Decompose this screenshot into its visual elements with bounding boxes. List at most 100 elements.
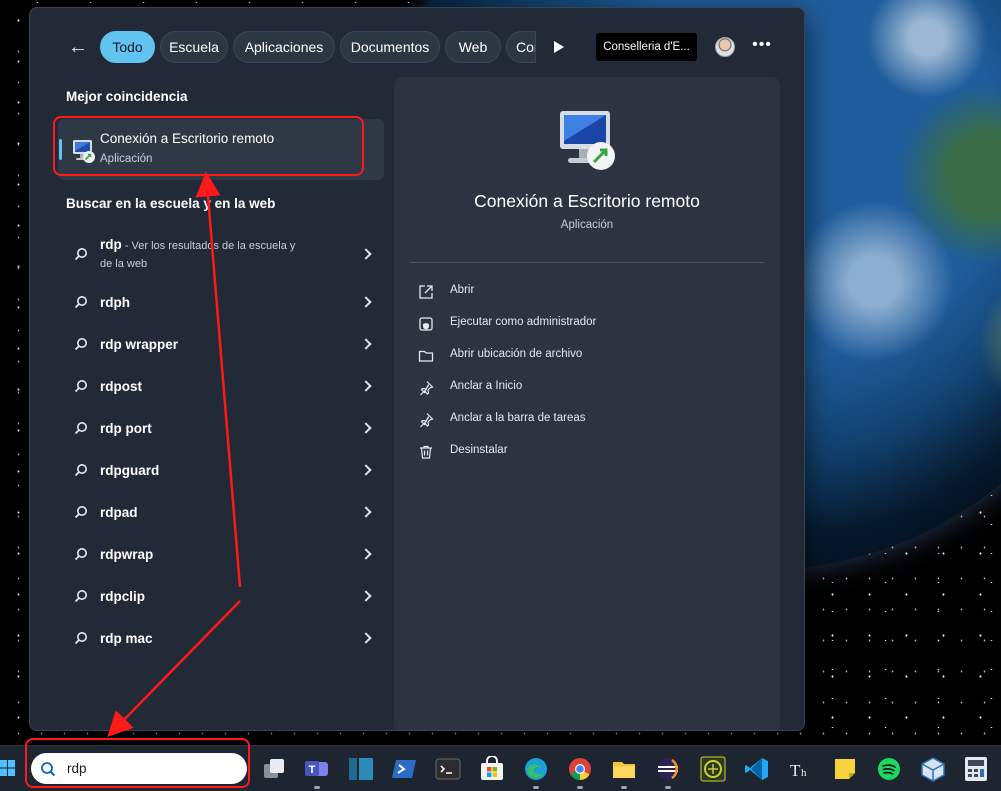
search-result-rdp[interactable]: rdp - Ver los resultados de la escuela y… [66,233,386,277]
trash-icon [420,445,432,459]
search-icon [74,296,87,309]
search-icon [41,762,56,777]
taskbar: rdp T Th [0,745,1001,791]
action-label: Ejecutar como administrador [450,316,597,328]
action-pin-to-start[interactable]: Anclar a Inicio [418,376,748,400]
search-icon [74,338,87,351]
action-label: Desinstalar [450,444,508,456]
filter-chip-web[interactable]: Web [445,31,501,63]
running-indicator [314,786,320,789]
filter-chip-escuela[interactable]: Escuela [160,31,228,63]
result-description: - Ver los resultados de la escuela y [121,240,296,252]
powershell-icon[interactable] [391,756,417,782]
result-term: rdp port [100,421,152,436]
sticky-notes-icon[interactable] [832,756,858,782]
app-preview-pane: Conexión a Escritorio remoto Aplicación … [394,77,780,730]
spotify-icon[interactable] [876,756,902,782]
search-result-rdpad[interactable]: rdpad [66,493,386,535]
microsoft-store-icon[interactable] [479,755,505,782]
result-term: rdpwrap [100,547,154,562]
result-term: rdpad [100,505,138,520]
terminal-icon[interactable] [435,756,461,782]
action-label: Abrir [450,284,475,296]
filter-chip-todo[interactable]: Todo [100,31,155,63]
best-match-item[interactable]: Conexión a Escritorio remoto Aplicación [58,119,384,180]
chevron-right-icon [360,632,372,644]
chevron-right-icon [360,464,372,476]
search-result-rdpost[interactable]: rdpost [66,367,386,409]
action-run-as-admin[interactable]: Ejecutar como administrador [418,312,748,336]
virtualbox-icon[interactable] [920,756,946,782]
search-icon [74,506,87,519]
action-uninstall[interactable]: Desinstalar [418,440,748,464]
chevron-right-icon [360,338,372,350]
teams-icon[interactable]: T [304,756,330,782]
action-open[interactable]: Abrir [418,280,748,304]
search-icon [74,422,87,435]
back-arrow-icon[interactable]: ← [66,36,90,58]
preview-divider [410,262,764,263]
chevron-right-icon [360,296,372,308]
result-term: rdpguard [100,463,160,478]
search-input[interactable]: rdp [67,761,87,776]
action-pin-to-taskbar[interactable]: Anclar a la barra de tareas [418,408,748,432]
search-icon [74,248,87,261]
action-label: Anclar a Inicio [450,380,523,392]
eclipse-icon[interactable] [655,756,681,782]
chevron-right-icon [360,422,372,434]
windows-start-icon[interactable] [0,759,16,777]
file-explorer-icon[interactable] [611,756,637,782]
filter-chip-more[interactable]: Con [506,31,536,63]
chevron-right-icon [360,380,372,392]
search-icon [74,380,87,393]
remote-desktop-icon [560,111,615,170]
chevron-right-icon [360,248,372,260]
best-match-heading: Mejor coincidencia [66,89,188,104]
svg-text:T: T [790,761,801,780]
search-icon [74,548,87,561]
scroll-right-icon[interactable] [554,41,564,53]
taskbar-search-box[interactable]: rdp [31,753,247,784]
filter-chip-aplicaciones[interactable]: Aplicaciones [233,31,335,63]
running-indicator [621,786,627,789]
preview-title: Conexión a Escritorio remoto [474,191,700,211]
action-label: Anclar a la barra de tareas [450,412,586,424]
more-options-icon[interactable]: ••• [752,35,772,55]
open-external-icon [419,285,433,299]
running-indicator [665,786,671,789]
search-panel: ← Todo Escuela Aplicaciones Documentos W… [29,7,805,731]
action-open-file-location[interactable]: Abrir ubicación de archivo [418,344,748,368]
search-result-rdp-port[interactable]: rdp port [66,409,386,451]
search-result-rdp-wrapper[interactable]: rdp wrapper [66,325,386,367]
filter-chip-documentos[interactable]: Documentos [340,31,440,63]
search-result-rdpwrap[interactable]: rdpwrap [66,535,386,577]
typora-icon[interactable]: Th [788,756,814,782]
calculator-icon[interactable] [963,756,989,782]
avatar[interactable] [715,37,735,57]
svg-text:T: T [309,764,316,776]
filter-bar: ← Todo Escuela Aplicaciones Documentos W… [30,8,804,84]
best-match-title: Conexión a Escritorio remoto [100,131,275,146]
edge-icon[interactable] [523,756,549,782]
chrome-icon[interactable] [567,756,593,782]
organization-badge[interactable]: Conselleria d'E... [596,33,697,61]
remote-desktop-icon [73,140,95,163]
vscode-icon[interactable] [744,756,770,782]
green-app-icon[interactable] [700,756,726,782]
chevron-right-icon [360,590,372,602]
selection-accent [59,139,62,160]
result-term: rdp wrapper [100,337,179,352]
result-term: rdph [100,295,130,310]
search-result-rdph[interactable]: rdph [66,283,386,325]
folder-icon [418,350,434,362]
search-result-rdpguard[interactable]: rdpguard [66,451,386,493]
action-label: Abrir ubicación de archivo [450,348,583,360]
task-view-icon[interactable] [261,756,287,782]
running-indicator [533,786,539,789]
search-result-rdp-mac[interactable]: rdp mac [66,619,386,661]
result-term: rdp [100,237,122,252]
search-icon [74,590,87,603]
dark-blue-app-icon[interactable] [348,756,374,782]
best-match-subtitle: Aplicación [100,153,153,165]
search-result-rdpclip[interactable]: rdpclip [66,577,386,619]
